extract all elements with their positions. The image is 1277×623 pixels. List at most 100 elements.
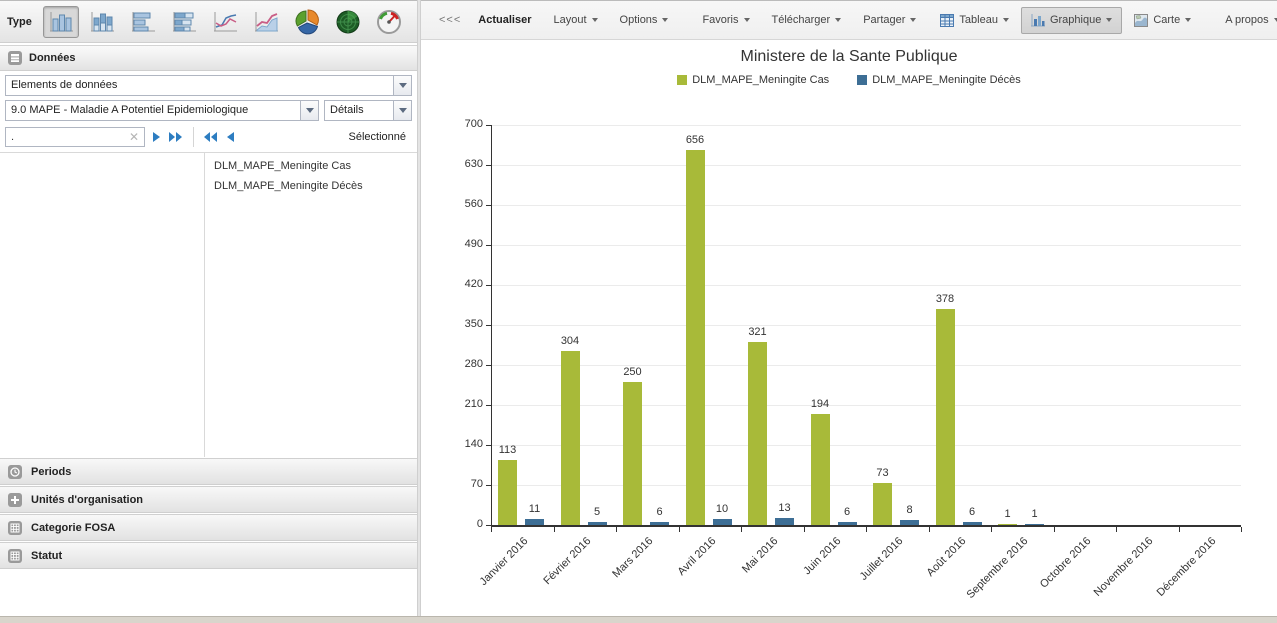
list-item[interactable]: DLM_MAPE_Meningite Cas	[205, 156, 417, 176]
accordion-periods[interactable]: Periods	[0, 458, 417, 485]
caret-down-icon	[910, 18, 916, 22]
x-axis-category-label: Avril 2016	[675, 535, 718, 578]
center-panel: <<< Actualiser Layout Options Favoris Té…	[421, 0, 1277, 616]
bar-value-label: 8	[880, 504, 940, 516]
bar-deces[interactable]	[775, 518, 794, 525]
x-axis-category-label: Janvier 2016	[478, 535, 531, 588]
telecharger-menu-button[interactable]: Télécharger	[762, 7, 852, 33]
accordion-org-units[interactable]: Unités d'organisation	[0, 486, 417, 513]
accordion-statut[interactable]: Statut	[0, 542, 417, 569]
chart-type-gauge-button[interactable]	[371, 6, 407, 38]
caret-down-icon	[662, 18, 668, 22]
bar-cas[interactable]	[998, 524, 1017, 525]
x-axis-tick	[1179, 527, 1180, 532]
chart-type-toolbar: Type	[0, 1, 417, 43]
bar-chart-icon	[129, 10, 157, 34]
bar-value-label: 6	[630, 506, 690, 518]
chart-type-area-button[interactable]	[248, 6, 284, 38]
data-icon	[8, 51, 22, 65]
bar-cas[interactable]	[686, 150, 705, 525]
grid-icon	[8, 521, 22, 535]
bar-value-label: 321	[728, 326, 788, 338]
favoris-menu-button[interactable]: Favoris	[692, 7, 759, 33]
bar-deces[interactable]	[713, 519, 732, 525]
search-box[interactable]: ✕	[5, 127, 145, 147]
carte-view-button[interactable]: Carte	[1124, 7, 1201, 34]
donnees-panel-header[interactable]: Données	[0, 45, 417, 71]
chart-type-pie-button[interactable]	[289, 6, 325, 38]
clear-search-icon[interactable]: ✕	[124, 130, 144, 144]
line-chart-icon	[211, 10, 239, 34]
bar-deces[interactable]	[588, 522, 607, 525]
x-axis-category-label: Mars 2016	[610, 535, 655, 580]
x-axis-tick	[1116, 527, 1117, 532]
tableau-view-button[interactable]: Tableau	[930, 7, 1019, 34]
chevron-down-icon[interactable]	[300, 101, 318, 120]
chart-type-line-button[interactable]	[207, 6, 243, 38]
data-element-group-select[interactable]: 9.0 MAPE - Maladie A Potentiel Epidemiol…	[5, 100, 319, 121]
data-element-group-value: 9.0 MAPE - Maladie A Potentiel Epidemiol…	[6, 101, 300, 120]
collapse-west-button[interactable]: <<<	[429, 7, 466, 33]
chart-plot: 0701402102803504204905606307001133042506…	[421, 40, 1277, 608]
dhis2-data-visualizer: Type	[0, 0, 1277, 623]
layout-menu-button[interactable]: Layout	[543, 7, 607, 33]
details-select[interactable]: Détails	[324, 100, 412, 121]
bar-cas[interactable]	[623, 382, 642, 525]
select-all-arrow-icon[interactable]	[168, 131, 184, 143]
y-axis-line	[491, 125, 492, 525]
stacked-column-chart-icon	[88, 10, 116, 34]
bar-cas[interactable]	[498, 460, 517, 525]
bar-cas[interactable]	[748, 342, 767, 525]
gridline	[492, 445, 1241, 446]
gridline	[492, 205, 1241, 206]
bar-cas[interactable]	[936, 309, 955, 525]
caret-down-icon	[744, 18, 750, 22]
chevron-down-icon[interactable]	[393, 76, 411, 95]
bar-deces[interactable]	[1025, 524, 1044, 525]
graphique-view-button[interactable]: Graphique	[1021, 7, 1122, 34]
caret-down-icon	[592, 18, 598, 22]
area-chart-icon	[252, 10, 280, 34]
selected-items-list[interactable]: DLM_MAPE_Meningite Cas DLM_MAPE_Meningit…	[204, 153, 417, 457]
data-dimension-select[interactable]: Elements de données	[5, 75, 412, 96]
available-items-list[interactable]	[0, 153, 204, 457]
deselect-all-arrow-icon[interactable]	[203, 131, 219, 143]
bar-value-label: 250	[603, 366, 663, 378]
deselect-arrow-icon[interactable]	[225, 131, 236, 143]
chart-type-bar-button[interactable]	[125, 6, 161, 38]
x-axis-tick	[866, 527, 867, 532]
partager-menu-button[interactable]: Partager	[853, 7, 926, 33]
chart-type-column-button[interactable]	[43, 6, 79, 38]
bottom-status-strip	[0, 616, 1277, 623]
chart-type-stacked-bar-button[interactable]	[166, 6, 202, 38]
x-axis-tick	[554, 527, 555, 532]
bar-value-label: 656	[665, 134, 725, 146]
bar-deces[interactable]	[650, 522, 669, 525]
data-element-lists: DLM_MAPE_Meningite Cas DLM_MAPE_Meningit…	[0, 152, 417, 457]
bar-cas[interactable]	[561, 351, 580, 525]
accordion-categorie-fosa[interactable]: Categorie FOSA	[0, 514, 417, 541]
x-axis-category-label: Juin 2016	[801, 535, 843, 577]
options-menu-button[interactable]: Options	[610, 7, 679, 33]
x-axis-tick	[1241, 527, 1242, 532]
chart-type-stacked-column-button[interactable]	[84, 6, 120, 38]
select-arrow-icon[interactable]	[151, 131, 162, 143]
table-icon	[940, 14, 954, 27]
bar-deces[interactable]	[838, 522, 857, 525]
chart-region: Ministere de la Sante Publique DLM_MAPE_…	[421, 40, 1277, 608]
y-axis-label: 560	[443, 198, 483, 210]
gridline	[492, 285, 1241, 286]
a-propos-menu-button[interactable]: A propos	[1215, 7, 1277, 33]
filter-row: ✕ Sélectionné	[0, 121, 417, 152]
stacked-bar-chart-icon	[170, 10, 198, 34]
bar-value-label: 6	[817, 506, 877, 518]
bar-deces[interactable]	[525, 519, 544, 525]
gridline	[492, 325, 1241, 326]
list-item[interactable]: DLM_MAPE_Meningite Décès	[205, 176, 417, 196]
bar-deces[interactable]	[963, 522, 982, 525]
actualiser-button[interactable]: Actualiser	[468, 7, 541, 33]
search-input[interactable]	[6, 131, 124, 143]
bar-deces[interactable]	[900, 520, 919, 525]
chart-type-radar-button[interactable]	[330, 6, 366, 38]
chevron-down-icon[interactable]	[393, 101, 411, 120]
